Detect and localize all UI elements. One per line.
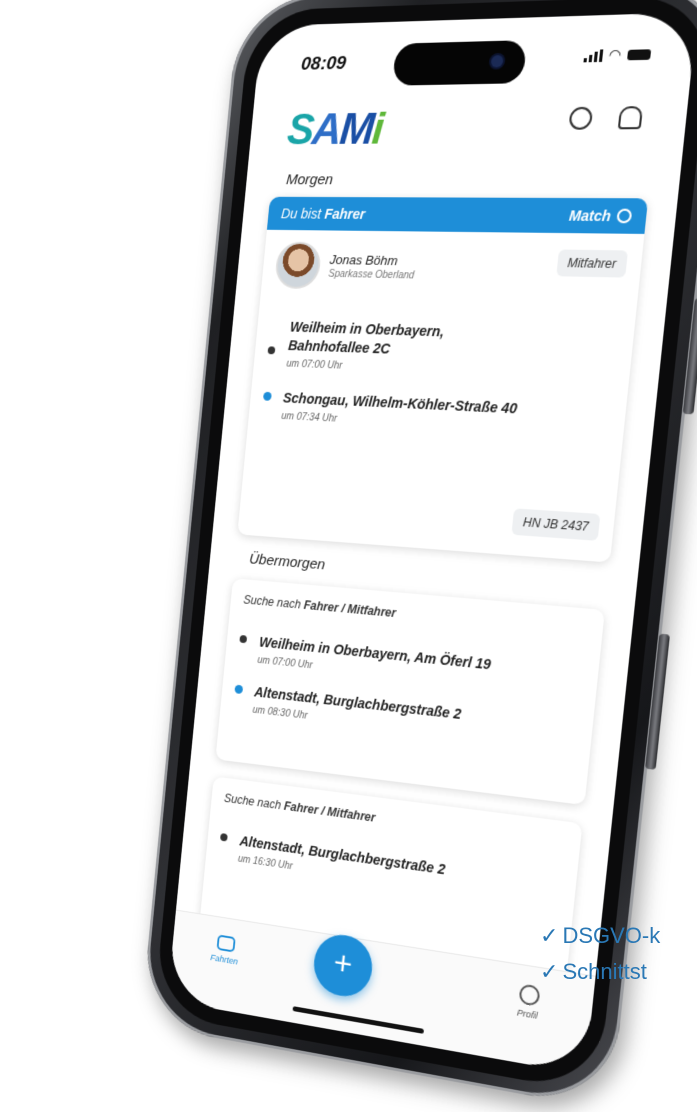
avatar — [273, 241, 323, 290]
start-dot-icon — [267, 346, 276, 355]
car-icon — [216, 934, 236, 953]
person-name: Jonas Böhm — [329, 252, 399, 269]
bell-icon[interactable] — [617, 106, 644, 130]
passenger-info: Jonas Böhm Sparkasse Oberland Mitfahrer — [261, 230, 645, 303]
person-organization: Sparkasse Oberland — [327, 268, 415, 282]
dynamic-island — [392, 40, 528, 86]
signal-icon — [583, 48, 604, 62]
feature-text: Schnittst — [562, 959, 647, 984]
logo-letter-m: M — [337, 104, 375, 154]
driver-label: Du bist Fahrer — [280, 205, 366, 222]
ride-search-card[interactable]: Suche nach Fahrer / Mitfahrer Weilheim i… — [215, 578, 605, 806]
wifi-icon: ◠ — [607, 45, 623, 63]
check-icon: ✓ — [540, 959, 559, 984]
tab-profile[interactable]: Profil — [516, 983, 541, 1021]
status-icons: ◠ — [583, 45, 652, 64]
feature-list: ✓ DSGVO-k ✓ Schnittst — [540, 918, 697, 990]
start-dot-icon — [239, 634, 248, 644]
section-tomorrow: Morgen — [285, 171, 334, 189]
header-actions — [568, 106, 644, 130]
battery-icon — [627, 48, 652, 60]
license-plate: HN JB 2437 — [511, 508, 601, 541]
match-banner: Du bist Fahrer Match — [266, 196, 649, 234]
feature-item: ✓ DSGVO-k — [540, 918, 697, 954]
check-circle-icon — [616, 208, 633, 224]
tab-profile-label: Profil — [516, 1007, 539, 1021]
end-dot-icon — [234, 684, 244, 695]
tab-rides-label: Fahrten — [209, 952, 239, 967]
check-icon: ✓ — [540, 923, 559, 948]
route-stop-start: Weilheim in Oberbayern, Bahnhofallee 2C … — [267, 318, 620, 383]
end-dot-icon — [262, 391, 272, 401]
section-day-after-tomorrow: Übermorgen — [248, 550, 326, 574]
profile-icon — [518, 983, 541, 1007]
start-dot-icon — [219, 833, 228, 842]
history-icon[interactable] — [568, 106, 594, 130]
role-badge: Mitfahrer — [555, 249, 629, 278]
tab-rides[interactable]: Fahrten — [210, 934, 240, 967]
feature-text: DSGVO-k — [562, 923, 661, 948]
app-logo: SAMi — [285, 104, 384, 156]
route-stop-end: Schongau, Wilhelm-Köhler-Straße 40 um 07… — [262, 389, 612, 439]
ride-match-card[interactable]: Du bist Fahrer Match Jonas Böhm Sparkass… — [237, 196, 649, 563]
route: Weilheim in Oberbayern, Bahnhofallee 2C … — [237, 294, 637, 440]
feature-item: ✓ Schnittst — [540, 954, 697, 990]
route-line — [237, 337, 241, 421]
match-indicator: Match — [568, 207, 633, 224]
status-time: 08:09 — [300, 52, 348, 75]
